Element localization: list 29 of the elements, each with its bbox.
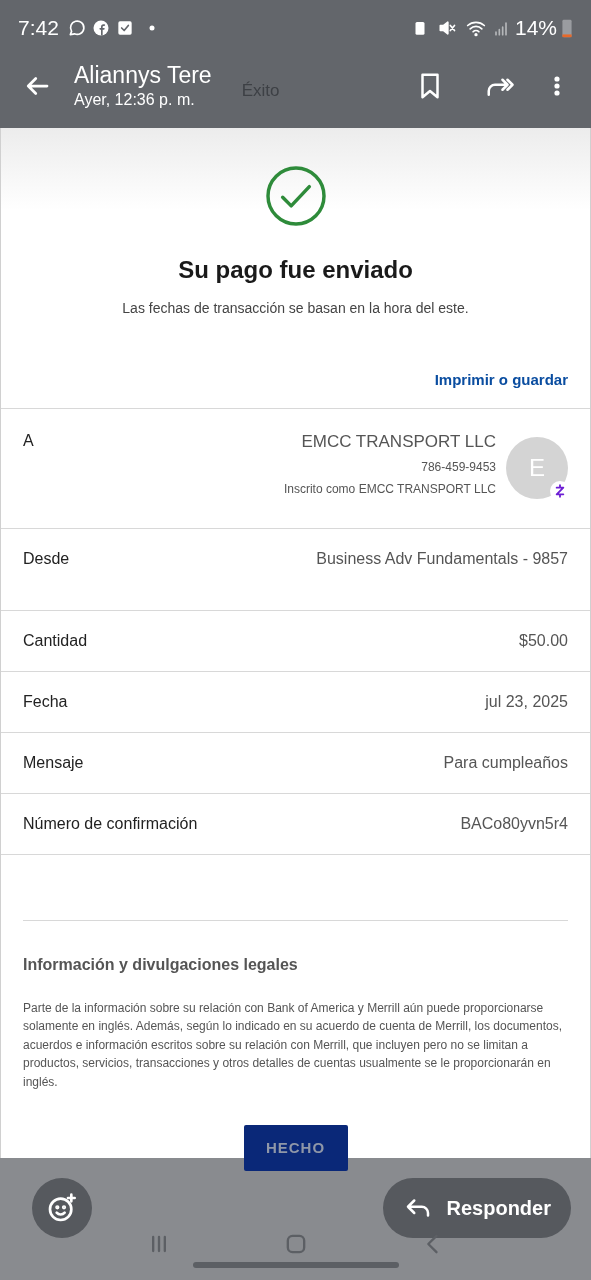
success-subtitle: Las fechas de transacción se basan en la hora del este. (122, 299, 469, 318)
enrolled-name: Inscrito como EMCC TRANSPORT LLC (282, 481, 496, 498)
detail-label: Mensaje (23, 752, 84, 773)
contact-name: Aliannys Tere (74, 61, 212, 89)
detail-value: BACo80yvn5r4 (460, 813, 568, 834)
detail-label: Fecha (23, 691, 68, 712)
battery-percentage: 14% (514, 15, 557, 42)
message-time: Ayer, 12:36 p. m. (74, 90, 196, 110)
smiley-plus-icon (46, 1192, 78, 1224)
detail-value: jul 23, 2025 (485, 691, 568, 712)
detail-value: $50.00 (519, 630, 568, 651)
status-time: 7:42 (18, 15, 59, 42)
print-or-save-link[interactable]: Imprimir o guardar (434, 369, 568, 392)
battery-icon (561, 17, 573, 39)
legal-text: Parte de la información sobre su relación con Bank of America y Merrill aún puede proporcionarse solamente en inglés. Además, según lo indicado en su acuerdo de cuenta de Merrill, los documentos, acuerdos e información escritos sobre su relación con Merrill, que incluyen pero no se limitan a productos, servicios, transacciones y otros detalles de cuentas usualmente se le proporcionarán en inglés. (23, 999, 563, 1091)
done-button[interactable]: HECHO (243, 1125, 348, 1171)
recipient-phone: 786-459-9453 (421, 459, 496, 476)
recipient-label: A (23, 430, 34, 451)
success-check-icon (263, 164, 328, 228)
detail-label: Cantidad (23, 630, 88, 651)
detail-label: Desde (23, 549, 70, 569)
detail-label: Número de confirmación (23, 813, 198, 834)
legal-title: Información y divulgaciones legales (23, 954, 299, 975)
recipient-name: EMCC TRANSPORT LLC (301, 430, 496, 453)
reply-button[interactable]: Responder (382, 1178, 571, 1238)
detail-value: Business Adv Fundamentals - 9857 (316, 549, 568, 569)
success-title: Su pago fue enviado (178, 255, 413, 285)
detail-value: Para cumpleaños (443, 752, 568, 773)
emoji-reaction-button[interactable] (32, 1178, 92, 1238)
